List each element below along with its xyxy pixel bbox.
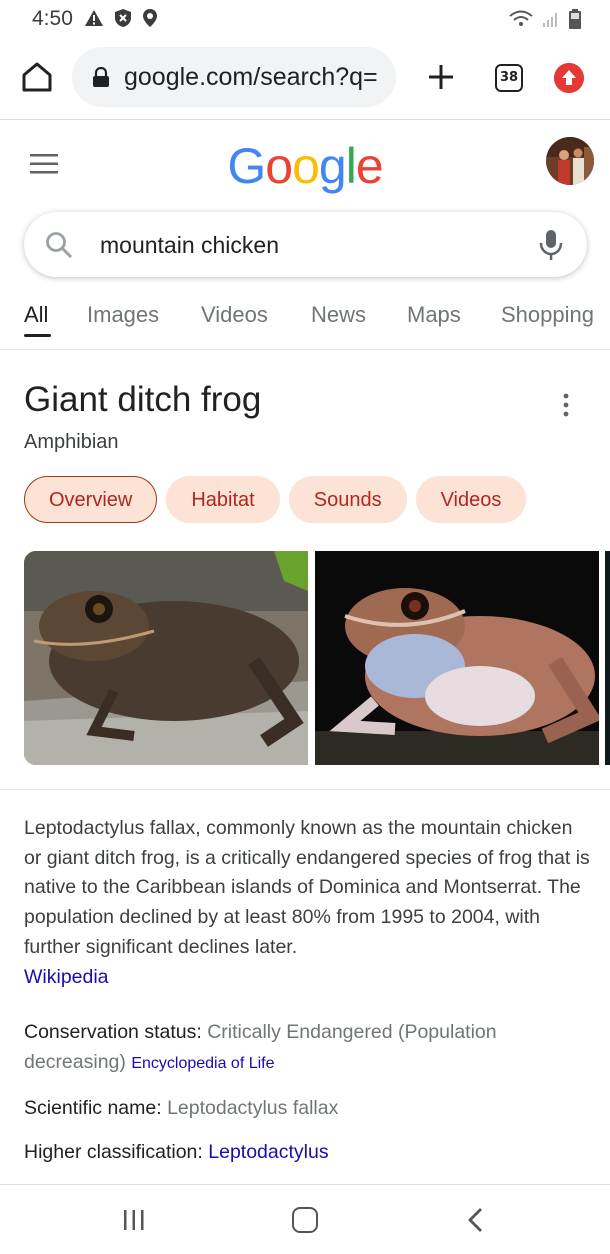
eol-link[interactable]: Encyclopedia of Life [131,1055,274,1072]
tab-switcher-icon[interactable]: 38 [495,64,523,92]
browser-toolbar: google.com/search?q= 38 [0,38,610,120]
fact-label: Scientific name: [24,1097,168,1119]
back-icon[interactable] [466,1207,486,1233]
more-options-icon[interactable] [560,392,572,418]
system-nav-bar [0,1184,610,1254]
fact-conservation-status: Conservation status: Critically Endanger… [24,1018,590,1078]
logo-letter: g [318,138,347,194]
microphone-icon[interactable] [538,228,564,262]
logo-letter: o [265,138,293,194]
frog-image-3[interactable] [605,551,610,765]
tab-all[interactable]: All [24,302,48,328]
url-text: google.com/search?q= [124,63,378,91]
google-logo[interactable]: Google [0,137,610,195]
home-icon[interactable] [20,60,54,94]
recent-apps-icon[interactable] [122,1209,146,1231]
frog-image-1[interactable] [24,551,308,765]
location-icon [143,9,157,27]
search-tabs: All Images Videos News Maps Shopping [0,290,610,350]
chip-overview[interactable]: Overview [24,476,158,523]
classification-link[interactable]: Leptodactylus [208,1141,328,1163]
new-tab-icon[interactable] [424,60,458,94]
description-text: Leptodactylus fallax, commonly known as … [24,817,590,958]
avatar[interactable] [546,137,594,185]
search-icon [46,232,73,259]
fact-value: Leptodactylus fallax [167,1097,339,1119]
fact-label: Conservation status: [24,1021,208,1043]
panel-title: Giant ditch frog [24,380,262,419]
logo-letter: e [355,138,384,194]
chip-videos[interactable]: Videos [415,476,527,523]
status-time: 4:50 [32,7,73,30]
panel-chips: Overview Habitat Sounds Videos [24,476,527,523]
active-tab-indicator [24,334,51,337]
status-bar: 4:50 [0,0,610,38]
fact-scientific-name: Scientific name: Leptodactylus fallax [24,1094,590,1124]
google-header: Google [0,121,610,205]
panel-subtitle: Amphibian [24,431,119,453]
battery-icon [569,9,581,29]
wifi-icon [509,10,533,26]
tab-news[interactable]: News [311,302,366,328]
divider [0,789,610,790]
fact-higher-classification: Higher classification: Leptodactylus [24,1138,590,1168]
signal-icon [543,13,557,27]
tab-shopping[interactable]: Shopping [501,302,594,328]
warning-icon [85,10,103,26]
update-icon[interactable] [554,63,584,93]
description: Leptodactylus fallax, commonly known as … [24,814,590,992]
chip-habitat[interactable]: Habitat [166,476,280,523]
fact-label: Higher classification: [24,1141,209,1163]
lock-icon [93,67,109,87]
logo-letter: l [345,138,357,194]
tab-maps[interactable]: Maps [407,302,461,328]
tab-videos[interactable]: Videos [201,302,268,328]
logo-letter: G [227,138,266,194]
search-input[interactable]: mountain chicken [100,232,279,259]
frog-image-2[interactable] [315,551,599,765]
home-button-icon[interactable] [292,1207,318,1233]
image-carousel[interactable] [24,551,610,766]
tab-images[interactable]: Images [87,302,159,328]
wikipedia-link[interactable]: Wikipedia [24,966,109,988]
search-box[interactable]: mountain chicken [24,212,587,277]
address-bar[interactable]: google.com/search?q= [72,47,396,107]
logo-letter: o [292,138,320,194]
shield-icon [115,9,131,27]
chip-sounds[interactable]: Sounds [288,476,407,523]
